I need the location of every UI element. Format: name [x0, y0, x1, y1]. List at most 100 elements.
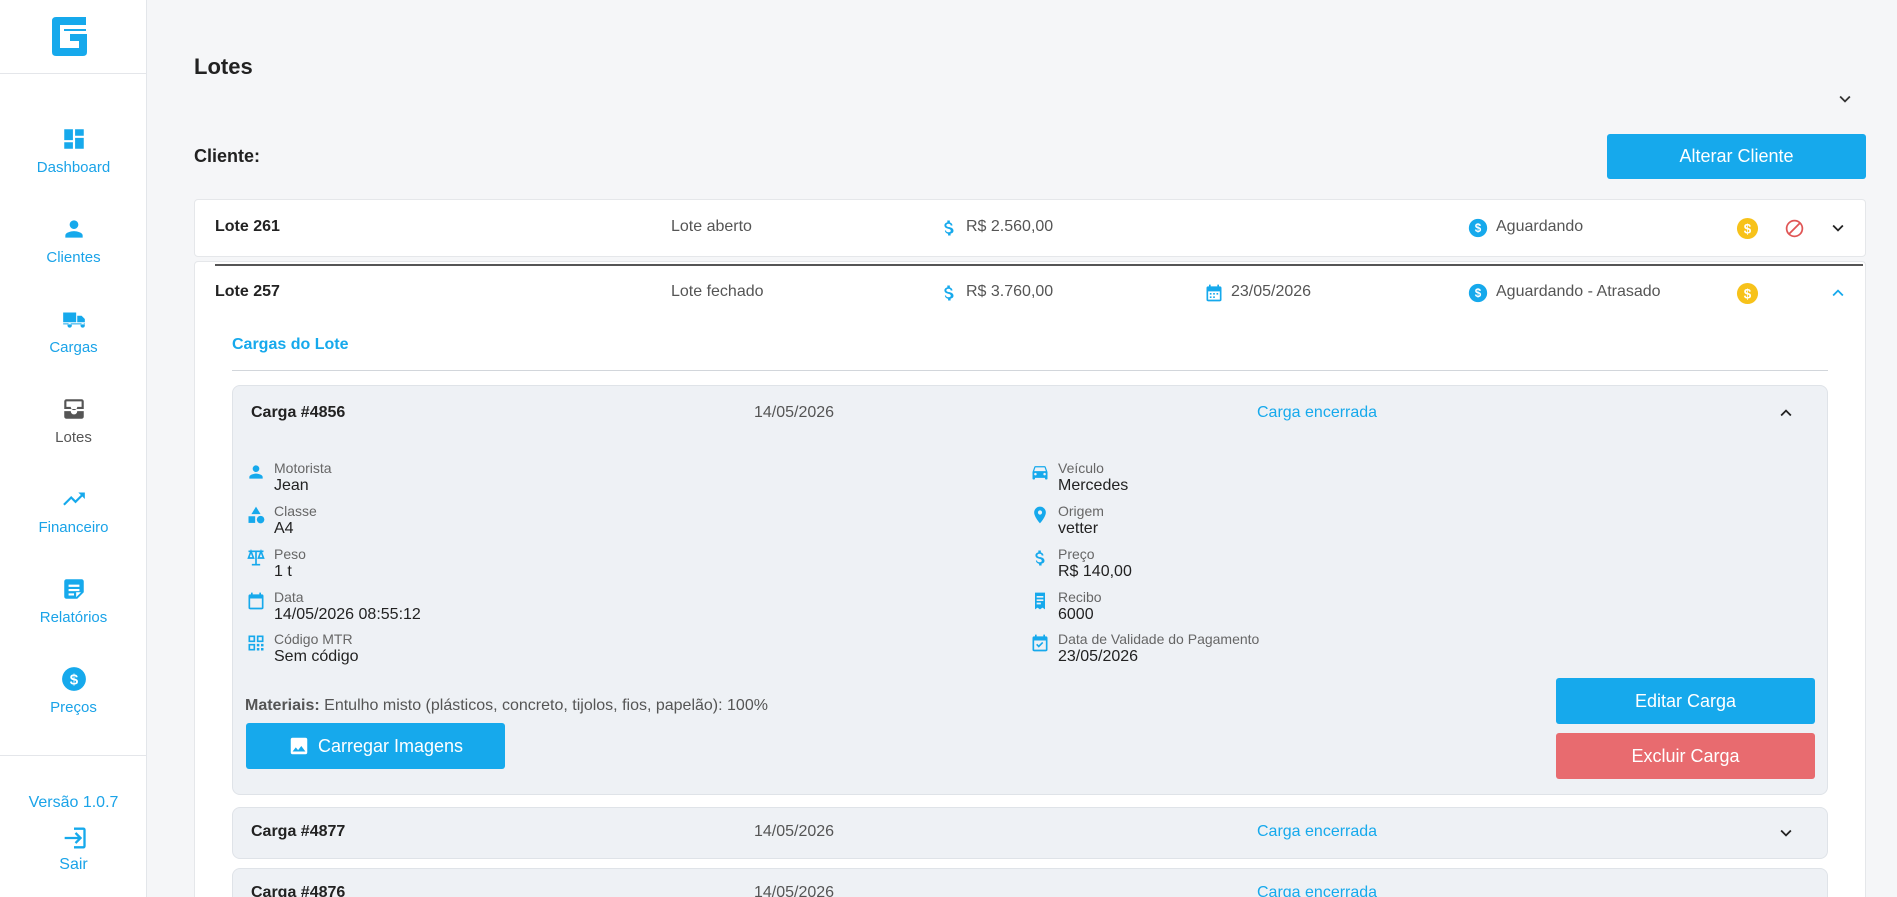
upload-images-label: Carregar Imagens	[317, 735, 464, 756]
section-divider	[232, 370, 1828, 371]
field-value: 14/05/2026 08:55:12	[274, 606, 421, 623]
carga-status: Carga encerrada	[1257, 404, 1378, 421]
field-value: vetter	[1058, 520, 1099, 537]
lote-row[interactable]: Lote 257 Lote fechado R$ 3.760,00 23/05/…	[195, 266, 1865, 322]
chevron-up-icon[interactable]	[1827, 282, 1849, 304]
sidebar-item-lotes[interactable]: Lotes	[0, 396, 147, 468]
sidebar-item-label: Cargas	[49, 339, 98, 356]
qr-code-icon	[248, 635, 264, 651]
chevron-down-icon[interactable]	[1834, 88, 1856, 110]
field-value: A4	[274, 520, 294, 537]
logout-icon	[64, 827, 86, 849]
calendar-icon	[1206, 284, 1222, 302]
sidebar-item-precos[interactable]: $ Preços	[0, 666, 147, 738]
svg-text:$: $	[1475, 287, 1482, 300]
event-check-icon	[1032, 634, 1048, 652]
field-value: 23/05/2026	[1058, 648, 1139, 665]
sidebar-item-relatorios[interactable]: Relatórios	[0, 576, 147, 648]
carga-status: Carga encerrada	[1257, 884, 1378, 897]
edit-carga-button[interactable]: Editar Carga	[1556, 678, 1815, 724]
field-value: Sem código	[274, 648, 359, 665]
carga-card-expanded: Carga #4856 14/05/2026 Carga encerrada M…	[232, 385, 1828, 795]
field-label: Motorista	[274, 460, 332, 476]
carga-date: 14/05/2026	[754, 404, 835, 421]
dollar-circle-icon: $	[1468, 283, 1488, 303]
receipt-icon	[1035, 592, 1045, 610]
carga-title: Carga #4856	[251, 404, 346, 421]
payment-status: Aguardando	[1496, 218, 1584, 235]
field-value: Jean	[274, 477, 309, 494]
field-label: Recibo	[1058, 589, 1102, 605]
sidebar-item-dashboard[interactable]: Dashboard	[0, 126, 147, 198]
svg-text:$: $	[69, 671, 78, 688]
sidebar-divider	[0, 755, 147, 756]
coin-icon[interactable]: $	[1736, 217, 1759, 240]
client-label: Cliente:	[194, 146, 261, 166]
field-value: 6000	[1058, 606, 1094, 623]
field-label: Data	[274, 589, 304, 605]
lote-card[interactable]: Lote 261 Lote aberto R$ 2.560,00 $ Aguar…	[194, 199, 1866, 257]
coin-icon[interactable]: $	[1736, 282, 1759, 305]
carga-card[interactable]: Carga #4877 14/05/2026 Carga encerrada	[232, 807, 1828, 859]
sidebar-item-cargas[interactable]: Cargas	[0, 306, 147, 378]
lote-row[interactable]: Lote 261 Lote aberto R$ 2.560,00 $ Aguar…	[195, 200, 1865, 256]
lote-value: R$ 3.760,00	[966, 283, 1054, 300]
svg-text:$: $	[1744, 221, 1752, 236]
page-title: Lotes	[194, 54, 253, 79]
cancel-icon[interactable]	[1784, 218, 1805, 239]
sidebar-item-label: Dashboard	[36, 159, 111, 176]
carga-title: Carga #4877	[251, 823, 346, 840]
sidebar-item-label: Lotes	[55, 429, 92, 446]
carga-card[interactable]: Carga #4876 14/05/2026 Carga encerrada	[232, 868, 1828, 897]
materials-info: Materiais: Entulho misto (plásticos, con…	[245, 697, 768, 715]
upload-images-button[interactable]: Carregar Imagens	[246, 723, 505, 769]
field-label: Classe	[274, 503, 317, 519]
trending-up-icon	[62, 492, 85, 506]
chevron-up-icon[interactable]	[1775, 402, 1797, 424]
delete-carga-button[interactable]: Excluir Carga	[1556, 733, 1815, 779]
change-client-button[interactable]: Alterar Cliente	[1607, 134, 1866, 179]
inbox-icon	[63, 399, 84, 419]
field-label: Origem	[1058, 503, 1104, 519]
dollar-icon	[944, 285, 954, 301]
materials-label: Materiais:	[245, 697, 320, 714]
lote-value: R$ 2.560,00	[966, 218, 1054, 235]
app-logo[interactable]	[48, 15, 91, 58]
logout-button[interactable]: Sair	[0, 824, 147, 874]
sidebar-item-label: Relatórios	[39, 609, 108, 626]
dollar-circle-icon: $	[1468, 218, 1488, 238]
lote-name: Lote 257	[215, 283, 280, 300]
location-pin-icon	[1034, 506, 1046, 524]
svg-text:$: $	[1475, 222, 1482, 235]
scale-icon	[247, 548, 265, 566]
field-label: Código MTR	[274, 631, 353, 647]
dollar-icon	[1035, 550, 1045, 566]
truck-icon	[62, 312, 85, 328]
sidebar-item-label: Clientes	[46, 249, 101, 266]
sidebar-item-label: Preços	[50, 699, 97, 716]
person-icon	[64, 220, 83, 238]
dollar-icon	[944, 220, 954, 236]
svg-text:$: $	[1744, 286, 1752, 301]
section-title[interactable]: Cargas do Lote	[232, 336, 348, 354]
chevron-down-icon[interactable]	[1827, 217, 1849, 239]
field-value: 1 t	[274, 563, 292, 580]
carga-date: 14/05/2026	[754, 884, 835, 897]
dashboard-icon	[63, 129, 84, 149]
dollar-circle-icon: $	[61, 667, 86, 691]
lote-name: Lote 261	[215, 218, 280, 235]
chevron-down-icon[interactable]	[1775, 822, 1797, 844]
carga-status: Carga encerrada	[1257, 823, 1378, 840]
carga-title: Carga #4876	[251, 884, 346, 897]
car-icon	[1032, 466, 1048, 480]
field-label: Veículo	[1058, 460, 1104, 476]
field-label: Peso	[274, 546, 306, 562]
sidebar-divider	[0, 73, 147, 74]
field-value: R$ 140,00	[1058, 563, 1132, 580]
person-icon	[249, 465, 263, 479]
carga-date: 14/05/2026	[754, 823, 835, 840]
sidebar-item-label: Financeiro	[38, 519, 109, 536]
sidebar-item-financeiro[interactable]: Financeiro	[0, 486, 147, 558]
sidebar-item-clientes[interactable]: Clientes	[0, 216, 147, 288]
lote-status: Lote fechado	[671, 283, 764, 300]
